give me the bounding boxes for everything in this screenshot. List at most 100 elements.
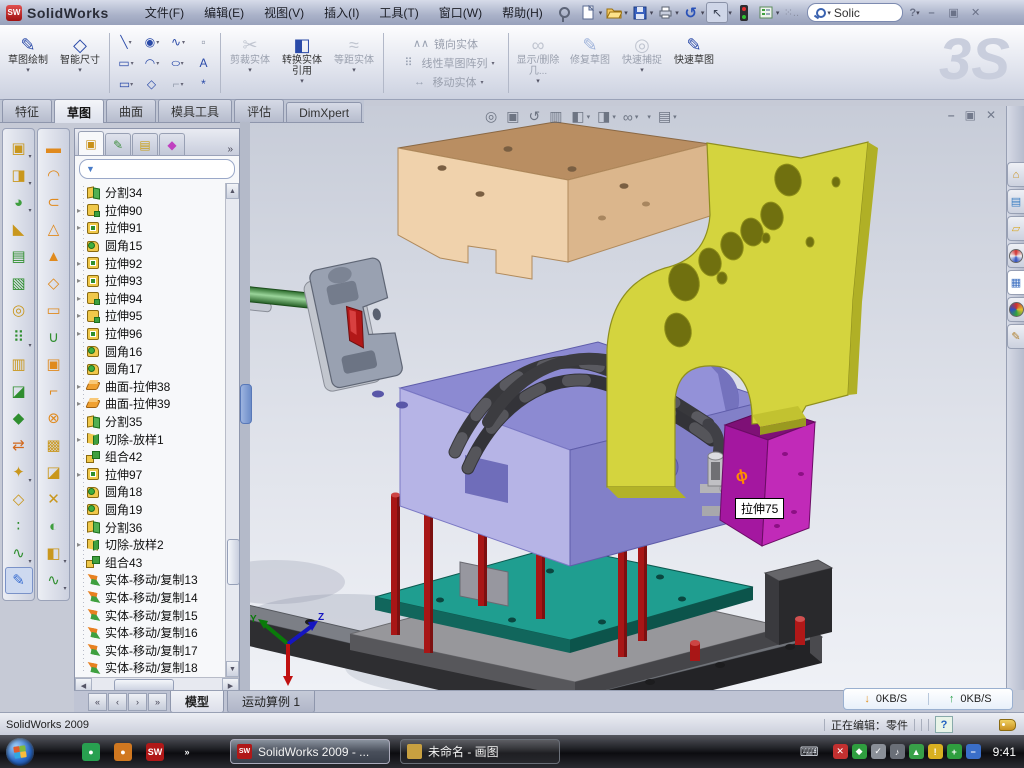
tree-item[interactable]: 分割36 (75, 518, 239, 536)
circle-icon[interactable]: ◉▾ (139, 36, 165, 48)
solidworks-launcher-icon[interactable]: SW (146, 743, 164, 761)
tree-item[interactable]: ▸ 拉伸91 (75, 219, 239, 237)
expand-arrow-icon[interactable]: ▸ (77, 540, 86, 549)
menu-item[interactable]: 插入(I) (314, 1, 369, 24)
options-list-icon[interactable] (756, 3, 776, 22)
axis-icon[interactable]: ∶ (5, 513, 33, 540)
ruled-surface-icon[interactable]: ⌐ (40, 378, 68, 405)
appearances-scenes-tab[interactable] (1007, 297, 1024, 322)
fillet-icon[interactable]: ◕ ▾ (5, 189, 33, 216)
next-study-button[interactable]: › (128, 693, 147, 711)
extruded-cut-icon[interactable]: ▤ (5, 243, 33, 270)
study-tab[interactable]: 模型 (170, 691, 224, 713)
expand-arrow-icon[interactable]: ▸ (77, 294, 86, 303)
tree-item[interactable]: ▸ 拉伸95 (75, 307, 239, 325)
surface-loft-icon[interactable]: △ (40, 216, 68, 243)
tree-item[interactable]: 圆角15 (75, 237, 239, 255)
linear-pattern-icon[interactable]: ⠿ ▾ (5, 324, 33, 351)
hide-show-icon[interactable]: ∞ ▾ (623, 109, 639, 125)
scene-icon[interactable]: ▤ ▾ (658, 108, 677, 125)
menu-item[interactable]: 编辑(E) (194, 1, 254, 24)
shell-icon[interactable]: ▧ (5, 270, 33, 297)
parting-line-icon[interactable]: ◪ (40, 459, 68, 486)
repair-sketch-button[interactable]: ✎ 修复草图 (564, 31, 616, 95)
new-file-icon[interactable] (579, 3, 599, 22)
move-entities-button[interactable]: ↔ 移动实体 ▾ (408, 74, 483, 90)
tree-item[interactable]: ▸ 拉伸90 (75, 202, 239, 220)
surface-extrude-icon[interactable]: ▬ (40, 135, 68, 162)
filled-surface-icon[interactable]: ◇ (40, 270, 68, 297)
command-tab[interactable]: DimXpert (286, 102, 362, 122)
graphics-viewport[interactable]: ϕ (250, 106, 1006, 690)
polygon-icon[interactable]: ◇ (139, 78, 165, 90)
tree-item[interactable]: ▸ 切除-放样1 (75, 430, 239, 448)
security-center-icon[interactable]: ✕ (833, 744, 848, 759)
configurationmanager-tab[interactable]: ▤ (132, 133, 158, 155)
view-palette-tab[interactable]: ▦ (1007, 270, 1024, 295)
model-3d-view[interactable]: ϕ (250, 106, 1006, 690)
boss-extrude-icon[interactable]: ▣ ▾ (5, 135, 33, 162)
offset-entities-button[interactable]: ≈ 等距实体 ▾ (328, 31, 380, 95)
close-button[interactable]: ✕ (966, 3, 986, 22)
restore-button[interactable]: ▣ (944, 3, 964, 22)
print-icon[interactable] (655, 3, 675, 22)
last-study-button[interactable]: » (148, 693, 167, 711)
tag-icon[interactable] (999, 719, 1016, 731)
rib-icon[interactable]: ▥ (5, 351, 33, 378)
core-helix-icon[interactable]: ∿ ▾ (40, 567, 68, 594)
search-input[interactable]: ▾ Solic (807, 3, 903, 22)
taskbar-clock[interactable]: 9:41 (993, 745, 1016, 759)
text-icon[interactable]: A (191, 57, 217, 69)
support-block[interactable] (765, 560, 832, 645)
ellipse-icon[interactable]: ○▾ (165, 57, 191, 69)
surface-sweep-icon[interactable]: ⊂ (40, 189, 68, 216)
tree-item[interactable]: 实体-移动/复制16 (75, 624, 239, 642)
custom-properties-tab[interactable]: ✎ (1007, 324, 1024, 349)
doc-restore-button[interactable]: ▣ (965, 108, 976, 122)
convert-entities-button[interactable]: ◧ 转换实体引用 ▾ (276, 31, 328, 95)
command-tab[interactable]: 草图 (54, 99, 104, 123)
sketch-button[interactable]: ✎ 草图绘制 ▾ (2, 31, 54, 95)
zoom-area-icon[interactable]: ▣ (506, 108, 521, 125)
expand-arrow-icon[interactable]: ▸ (77, 382, 86, 391)
doc-close-button[interactable]: ✕ (986, 108, 996, 122)
command-tab[interactable]: 曲面 (106, 99, 156, 122)
open-file-icon[interactable] (604, 3, 624, 22)
warning-icon[interactable]: ! (928, 744, 943, 759)
tree-item[interactable]: 圆角19 (75, 501, 239, 519)
design-library-tab[interactable]: ▤ (1007, 189, 1024, 214)
tree-item[interactable]: 实体-移动/复制18 (75, 659, 239, 677)
plane-icon[interactable]: ◇ (5, 486, 33, 513)
view-orientation-icon[interactable]: ◧ ▾ (571, 108, 590, 125)
tree-item[interactable]: ▸ 曲面-拉伸38 (75, 378, 239, 396)
expand-arrow-icon[interactable]: ▸ (77, 311, 86, 320)
sketch-fillet-icon[interactable]: ⌐▾ (165, 78, 191, 90)
quick-snaps-button[interactable]: ◎ 快速捕捉 ▾ (616, 31, 668, 95)
revolve-boss-icon[interactable]: ◨ ▾ (5, 162, 33, 189)
study-tab[interactable]: 运动算例 1 (227, 691, 315, 713)
expand-arrow-icon[interactable]: ▸ (77, 206, 86, 215)
tree-item[interactable]: 实体-移动/复制14 (75, 589, 239, 607)
boundary-surface-icon[interactable]: ▲ (40, 243, 68, 270)
display-delete-relations-button[interactable]: ∞ 显示/删除几... ▾ (512, 31, 564, 95)
radiate-surface-icon[interactable]: ▣ (40, 351, 68, 378)
tree-filter-input[interactable]: ▼ (79, 159, 235, 179)
featuremanager-tab[interactable]: ▣ (78, 131, 104, 155)
tree-item[interactable]: 实体-移动/复制13 (75, 571, 239, 589)
slot-icon[interactable]: ▭▾ (113, 78, 139, 90)
selection-box-icon[interactable]: ▫ (191, 36, 217, 48)
surface-revolve-icon[interactable]: ◠ (40, 162, 68, 189)
trim-entities-button[interactable]: ✂ 剪裁实体 ▾ (224, 31, 276, 95)
previous-view-icon[interactable]: ↺ (528, 108, 542, 125)
propertymanager-tab[interactable]: ✎ (105, 133, 131, 155)
volume-icon[interactable]: ♪ (890, 744, 905, 759)
smart-dimension-button[interactable]: ◇ 智能尺寸 ▾ (54, 31, 106, 95)
planar-surface-icon[interactable]: ▭ (40, 297, 68, 324)
rebuild-traffic-light-icon[interactable] (734, 3, 754, 22)
menu-item[interactable]: 工具(T) (369, 1, 428, 24)
linear-sketch-pattern-button[interactable]: ⠿ 线性草图阵列 ▾ (397, 55, 494, 71)
tree-item[interactable]: ▸ 拉伸92 (75, 254, 239, 272)
expand-arrow-icon[interactable]: ▸ (77, 223, 86, 232)
first-study-button[interactable]: « (88, 693, 107, 711)
messenger-icon[interactable]: ● (82, 743, 100, 761)
